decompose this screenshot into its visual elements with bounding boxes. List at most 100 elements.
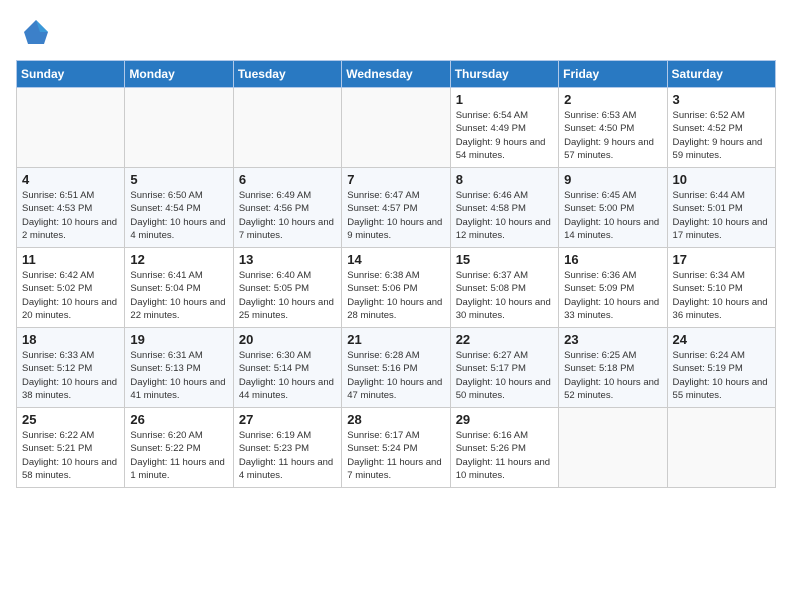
day-info: Sunrise: 6:28 AM Sunset: 5:16 PM Dayligh… <box>347 349 444 402</box>
calendar-cell: 25 Sunrise: 6:22 AM Sunset: 5:21 PM Dayli… <box>17 408 125 488</box>
day-info: Sunrise: 6:46 AM Sunset: 4:58 PM Dayligh… <box>456 189 553 242</box>
day-info: Sunrise: 6:36 AM Sunset: 5:09 PM Dayligh… <box>564 269 661 322</box>
day-info: Sunrise: 6:40 AM Sunset: 5:05 PM Dayligh… <box>239 269 336 322</box>
calendar-cell: 9 Sunrise: 6:45 AM Sunset: 5:00 PM Daylig… <box>559 168 667 248</box>
day-number: 26 <box>130 412 227 427</box>
day-info: Sunrise: 6:24 AM Sunset: 5:19 PM Dayligh… <box>673 349 770 402</box>
day-info: Sunrise: 6:49 AM Sunset: 4:56 PM Dayligh… <box>239 189 336 242</box>
day-number: 2 <box>564 92 661 107</box>
day-number: 6 <box>239 172 336 187</box>
day-info: Sunrise: 6:16 AM Sunset: 5:26 PM Dayligh… <box>456 429 553 482</box>
calendar-cell: 5 Sunrise: 6:50 AM Sunset: 4:54 PM Daylig… <box>125 168 233 248</box>
calendar-cell: 10 Sunrise: 6:44 AM Sunset: 5:01 PM Dayli… <box>667 168 775 248</box>
calendar-cell: 8 Sunrise: 6:46 AM Sunset: 4:58 PM Daylig… <box>450 168 558 248</box>
calendar-cell <box>233 88 341 168</box>
day-number: 24 <box>673 332 770 347</box>
day-number: 5 <box>130 172 227 187</box>
calendar-cell: 23Sunrise: 6:25 AM Sunset: 5:18 PM Dayli… <box>559 328 667 408</box>
calendar-cell: 26 Sunrise: 6:20 AM Sunset: 5:22 PM Dayli… <box>125 408 233 488</box>
calendar-cell: 20 Sunrise: 6:30 AM Sunset: 5:14 PM Dayli… <box>233 328 341 408</box>
logo <box>16 16 52 48</box>
calendar-cell: 22 Sunrise: 6:27 AM Sunset: 5:17 PM Dayli… <box>450 328 558 408</box>
day-info: Sunrise: 6:19 AM Sunset: 5:23 PM Dayligh… <box>239 429 336 482</box>
day-number: 13 <box>239 252 336 267</box>
day-number: 12 <box>130 252 227 267</box>
day-info: Sunrise: 6:31 AM Sunset: 5:13 PM Dayligh… <box>130 349 227 402</box>
day-number: 15 <box>456 252 553 267</box>
page-header <box>16 16 776 48</box>
calendar-cell: 21Sunrise: 6:28 AM Sunset: 5:16 PM Dayli… <box>342 328 450 408</box>
day-info: Sunrise: 6:25 AM Sunset: 5:18 PM Dayligh… <box>564 349 661 402</box>
calendar-cell: 11 Sunrise: 6:42 AM Sunset: 5:02 PM Dayli… <box>17 248 125 328</box>
calendar-cell: 1 Sunrise: 6:54 AM Sunset: 4:49 PM Daylig… <box>450 88 558 168</box>
day-info: Sunrise: 6:37 AM Sunset: 5:08 PM Dayligh… <box>456 269 553 322</box>
calendar-cell: 12 Sunrise: 6:41 AM Sunset: 5:04 PM Dayli… <box>125 248 233 328</box>
day-info: Sunrise: 6:38 AM Sunset: 5:06 PM Dayligh… <box>347 269 444 322</box>
logo-icon <box>20 16 52 48</box>
calendar-week-row: 25 Sunrise: 6:22 AM Sunset: 5:21 PM Dayli… <box>17 408 776 488</box>
day-info: Sunrise: 6:45 AM Sunset: 5:00 PM Dayligh… <box>564 189 661 242</box>
calendar-cell: 15 Sunrise: 6:37 AM Sunset: 5:08 PM Dayli… <box>450 248 558 328</box>
header-saturday: Saturday <box>667 61 775 88</box>
calendar-cell <box>342 88 450 168</box>
day-number: 1 <box>456 92 553 107</box>
calendar-cell: 27 Sunrise: 6:19 AM Sunset: 5:23 PM Dayli… <box>233 408 341 488</box>
calendar-header-row: SundayMondayTuesdayWednesdayThursdayFrid… <box>17 61 776 88</box>
day-info: Sunrise: 6:33 AM Sunset: 5:12 PM Dayligh… <box>22 349 119 402</box>
calendar-cell: 18Sunrise: 6:33 AM Sunset: 5:12 PM Dayli… <box>17 328 125 408</box>
day-number: 27 <box>239 412 336 427</box>
header-tuesday: Tuesday <box>233 61 341 88</box>
day-number: 22 <box>456 332 553 347</box>
day-number: 29 <box>456 412 553 427</box>
calendar-cell: 29 Sunrise: 6:16 AM Sunset: 5:26 PM Dayli… <box>450 408 558 488</box>
day-info: Sunrise: 6:50 AM Sunset: 4:54 PM Dayligh… <box>130 189 227 242</box>
calendar-week-row: 18Sunrise: 6:33 AM Sunset: 5:12 PM Dayli… <box>17 328 776 408</box>
day-number: 25 <box>22 412 119 427</box>
header-thursday: Thursday <box>450 61 558 88</box>
header-friday: Friday <box>559 61 667 88</box>
day-number: 7 <box>347 172 444 187</box>
day-info: Sunrise: 6:44 AM Sunset: 5:01 PM Dayligh… <box>673 189 770 242</box>
day-number: 10 <box>673 172 770 187</box>
day-number: 4 <box>22 172 119 187</box>
day-number: 19 <box>130 332 227 347</box>
calendar-cell: 17Sunrise: 6:34 AM Sunset: 5:10 PM Dayli… <box>667 248 775 328</box>
calendar-cell: 3Sunrise: 6:52 AM Sunset: 4:52 PM Daylig… <box>667 88 775 168</box>
calendar-cell <box>17 88 125 168</box>
header-wednesday: Wednesday <box>342 61 450 88</box>
day-info: Sunrise: 6:22 AM Sunset: 5:21 PM Dayligh… <box>22 429 119 482</box>
calendar-cell: 4Sunrise: 6:51 AM Sunset: 4:53 PM Daylig… <box>17 168 125 248</box>
calendar-cell: 13 Sunrise: 6:40 AM Sunset: 5:05 PM Dayli… <box>233 248 341 328</box>
day-info: Sunrise: 6:41 AM Sunset: 5:04 PM Dayligh… <box>130 269 227 322</box>
day-number: 8 <box>456 172 553 187</box>
calendar-cell <box>667 408 775 488</box>
calendar-week-row: 11 Sunrise: 6:42 AM Sunset: 5:02 PM Dayli… <box>17 248 776 328</box>
day-number: 14 <box>347 252 444 267</box>
day-info: Sunrise: 6:53 AM Sunset: 4:50 PM Dayligh… <box>564 109 661 162</box>
day-number: 9 <box>564 172 661 187</box>
day-number: 11 <box>22 252 119 267</box>
day-number: 20 <box>239 332 336 347</box>
header-sunday: Sunday <box>17 61 125 88</box>
day-info: Sunrise: 6:52 AM Sunset: 4:52 PM Dayligh… <box>673 109 770 162</box>
calendar-week-row: 4Sunrise: 6:51 AM Sunset: 4:53 PM Daylig… <box>17 168 776 248</box>
calendar-cell: 6 Sunrise: 6:49 AM Sunset: 4:56 PM Daylig… <box>233 168 341 248</box>
day-info: Sunrise: 6:42 AM Sunset: 5:02 PM Dayligh… <box>22 269 119 322</box>
calendar-table: SundayMondayTuesdayWednesdayThursdayFrid… <box>16 60 776 488</box>
calendar-cell <box>559 408 667 488</box>
day-info: Sunrise: 6:20 AM Sunset: 5:22 PM Dayligh… <box>130 429 227 482</box>
calendar-cell <box>125 88 233 168</box>
day-number: 16 <box>564 252 661 267</box>
header-monday: Monday <box>125 61 233 88</box>
day-info: Sunrise: 6:54 AM Sunset: 4:49 PM Dayligh… <box>456 109 553 162</box>
day-info: Sunrise: 6:17 AM Sunset: 5:24 PM Dayligh… <box>347 429 444 482</box>
calendar-cell: 19 Sunrise: 6:31 AM Sunset: 5:13 PM Dayli… <box>125 328 233 408</box>
day-number: 28 <box>347 412 444 427</box>
calendar-cell: 16 Sunrise: 6:36 AM Sunset: 5:09 PM Dayli… <box>559 248 667 328</box>
calendar-cell: 28 Sunrise: 6:17 AM Sunset: 5:24 PM Dayli… <box>342 408 450 488</box>
calendar-cell: 7Sunrise: 6:47 AM Sunset: 4:57 PM Daylig… <box>342 168 450 248</box>
day-info: Sunrise: 6:30 AM Sunset: 5:14 PM Dayligh… <box>239 349 336 402</box>
calendar-cell: 14 Sunrise: 6:38 AM Sunset: 5:06 PM Dayli… <box>342 248 450 328</box>
day-info: Sunrise: 6:27 AM Sunset: 5:17 PM Dayligh… <box>456 349 553 402</box>
day-info: Sunrise: 6:34 AM Sunset: 5:10 PM Dayligh… <box>673 269 770 322</box>
